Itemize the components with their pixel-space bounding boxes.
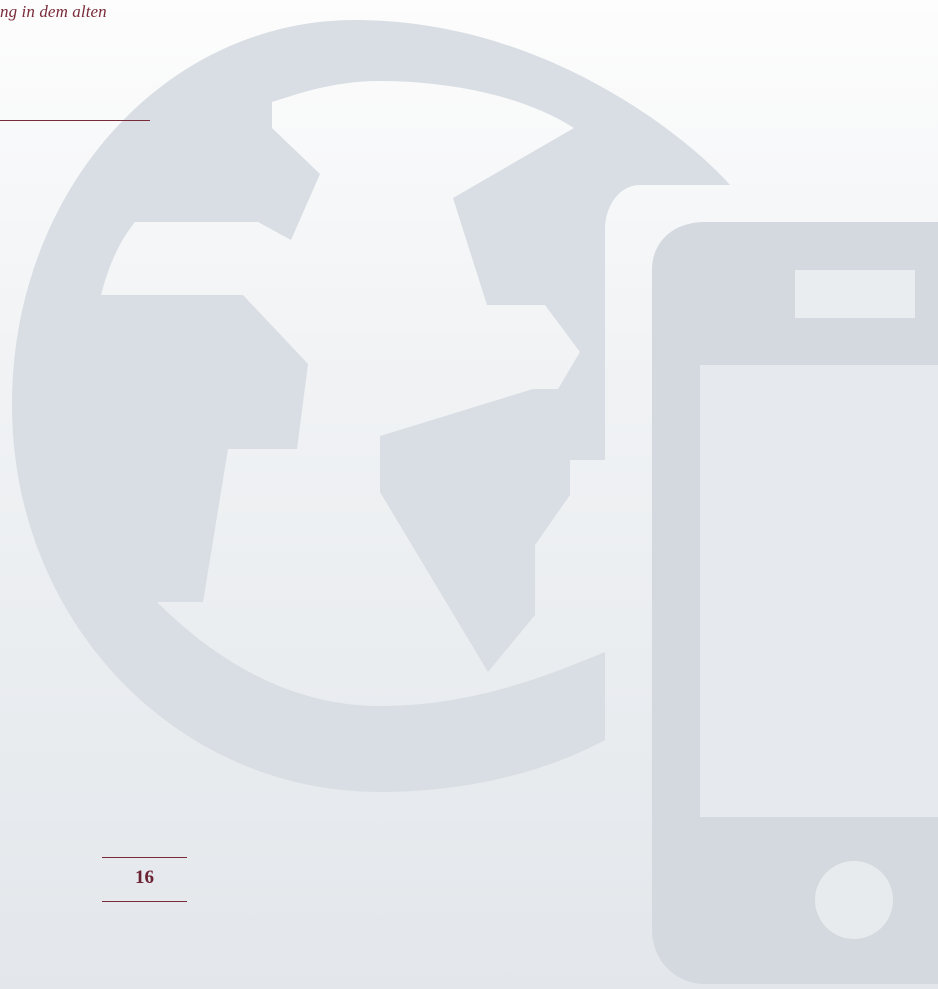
background-illustration xyxy=(12,20,938,984)
running-text-fragment: ng in dem alten xyxy=(0,2,107,21)
smartphone-icon xyxy=(652,222,938,984)
page-number-box: 16 xyxy=(102,857,187,902)
document-page: ng in dem alten 16 xyxy=(0,0,938,989)
page-number: 16 xyxy=(135,867,154,888)
globe-icon xyxy=(12,20,730,792)
header-divider xyxy=(0,120,150,121)
